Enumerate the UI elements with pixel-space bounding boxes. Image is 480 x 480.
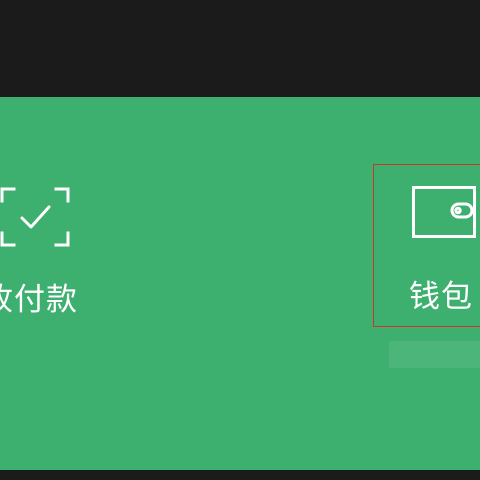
bottom-dark-bar <box>0 470 480 480</box>
receive-pay-label: 收付款 <box>0 282 78 318</box>
wechat-pay-panel: 收付款 钱包 <box>0 97 480 470</box>
wallet-label: 钱包 <box>409 279 473 315</box>
receive-pay-tile[interactable]: 收付款 <box>0 172 130 322</box>
scan-check-icon <box>0 187 70 247</box>
faint-placeholder-bar <box>389 341 480 368</box>
wallet-icon <box>412 186 476 238</box>
wallet-tile[interactable]: 钱包 <box>373 164 480 327</box>
top-dark-bar <box>0 0 480 97</box>
